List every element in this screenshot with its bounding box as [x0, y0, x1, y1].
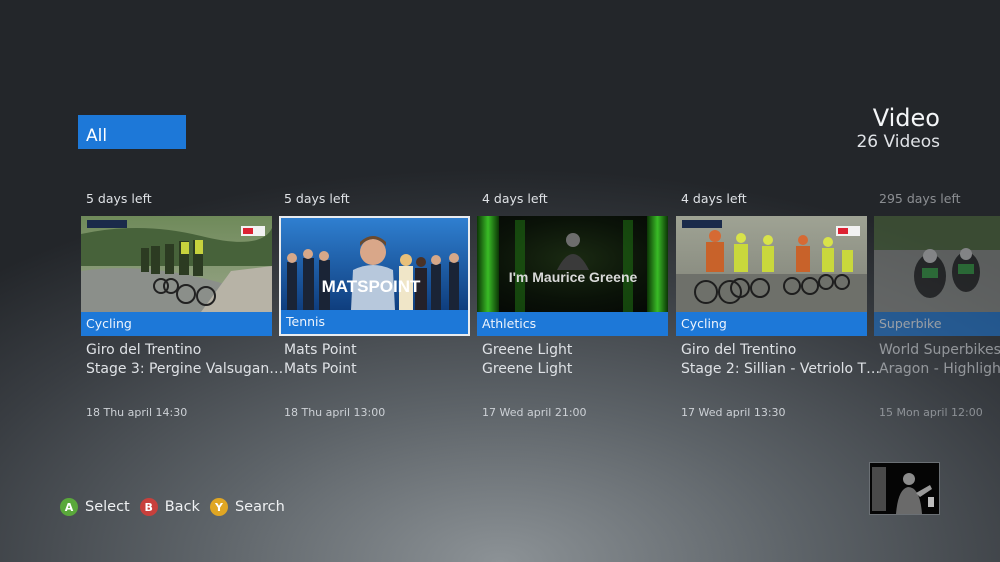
hint-select-label: Select: [85, 499, 130, 515]
video-card[interactable]: 4 days left Cycling Giro del Trentino St…: [676, 190, 880, 419]
video-subtitle: Stage 2: Sillian - Vetriolo T…: [681, 361, 881, 377]
hub-header: Video 26 Videos: [856, 104, 940, 152]
kinect-camera-preview: [869, 462, 940, 515]
days-left: 5 days left: [284, 191, 350, 206]
video-subtitle: Greene Light: [482, 361, 573, 377]
air-date: 17 Wed april 21:00: [482, 406, 587, 419]
days-left: 295 days left: [879, 191, 961, 206]
video-subtitle: Stage 3: Pergine Valsugan…: [86, 361, 284, 377]
hint-search[interactable]: Y Search: [209, 498, 285, 516]
hint-select[interactable]: A Select: [60, 498, 130, 516]
air-date: 15 Mon april 12:00: [879, 406, 983, 419]
video-thumbnail: [874, 216, 1000, 312]
video-subtitle: Mats Point: [284, 361, 357, 377]
days-left: 4 days left: [681, 191, 747, 206]
video-title: Giro del Trentino: [86, 342, 202, 358]
hint-back[interactable]: B Back: [139, 498, 200, 516]
category-label: Superbike: [874, 312, 1000, 336]
video-card[interactable]: 4 days left I'm Maurice Greene Athletics…: [477, 190, 668, 419]
category-label: Cycling: [676, 312, 867, 336]
video-title: Mats Point: [284, 342, 357, 358]
video-title: Giro del Trentino: [681, 342, 797, 358]
video-card[interactable]: 295 days left Superbike World Superbikes…: [874, 190, 1000, 419]
filter-label: All: [86, 126, 108, 146]
thumb-caption: MATSPOINT: [322, 277, 421, 296]
video-subtitle: Aragon - Highlights: [879, 361, 1000, 377]
hint-back-label: Back: [164, 499, 200, 515]
filter-tile-all[interactable]: All: [78, 115, 186, 149]
video-title: Greene Light: [482, 342, 573, 358]
video-thumbnail: MATSPOINT: [281, 218, 468, 310]
category-label: Cycling: [81, 312, 272, 336]
video-card[interactable]: 5 days left Cycling Giro del Trentino St…: [81, 190, 283, 419]
video-card[interactable]: 5 days left MATSPOINT Tennis Mats Point …: [279, 190, 470, 419]
video-count: 26 Videos: [856, 132, 940, 152]
video-thumbnail: [81, 216, 272, 312]
video-thumbnail: I'm Maurice Greene: [477, 216, 668, 312]
category-label: Tennis: [281, 310, 468, 334]
air-date: 18 Thu april 14:30: [86, 406, 188, 419]
hint-search-label: Search: [234, 499, 285, 515]
video-title: World Superbikes: [879, 342, 1000, 358]
category-label: Athletics: [477, 312, 668, 336]
days-left: 4 days left: [482, 191, 548, 206]
thumb-caption: I'm Maurice Greene: [509, 269, 638, 285]
b-button-icon: B: [139, 498, 158, 516]
video-rail: 5 days left Cycling Giro del Trentino St…: [0, 190, 1000, 430]
a-button-icon: A: [60, 498, 78, 516]
video-thumbnail: [676, 216, 867, 312]
controller-hints: A Select B Back Y Search: [60, 498, 295, 516]
air-date: 17 Wed april 13:30: [681, 406, 786, 419]
y-button-icon: Y: [209, 498, 228, 516]
air-date: 18 Thu april 13:00: [284, 406, 386, 419]
page-title: Video: [872, 104, 940, 132]
days-left: 5 days left: [86, 191, 152, 206]
